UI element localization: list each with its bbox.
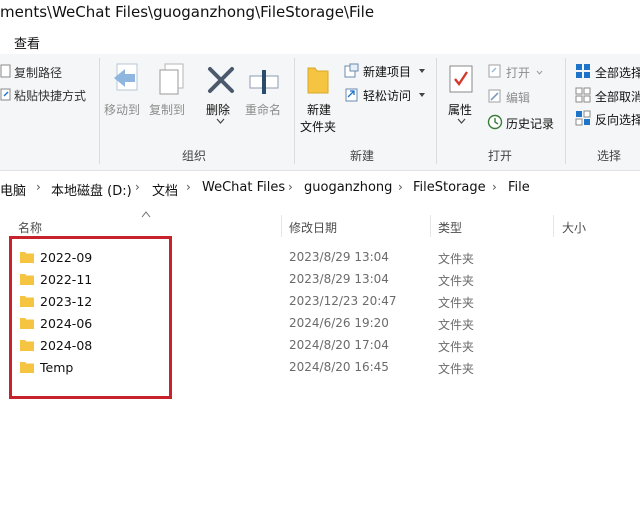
delete-icon [208, 67, 234, 93]
file-modified: 2024/6/26 19:20 [289, 316, 389, 330]
column-header-type[interactable]: 类型 [438, 219, 462, 236]
column-divider[interactable] [281, 215, 282, 237]
edit-button[interactable]: 编辑 [506, 89, 530, 106]
ribbon: 复制路径 粘贴快捷方式 移动到 复制到 删除 重命名 新建 文件夹 新建项目 轻… [0, 54, 640, 171]
window-path-title: ments\WeChat Files\guoganzhong\FileStora… [0, 3, 375, 21]
breadcrumb-chevron-icon: › [398, 180, 403, 194]
breadcrumb-drive[interactable]: 本地磁盘 (D:) [51, 180, 132, 199]
paste-shortcut-button[interactable]: 粘贴快捷方式 [14, 87, 86, 104]
properties-icon [449, 65, 473, 93]
column-header-modified[interactable]: 修改日期 [289, 219, 337, 236]
select-all-button[interactable]: 全部选择 [595, 64, 640, 81]
tab-view[interactable]: 查看 [14, 33, 40, 52]
new-item-button[interactable]: 新建项目 [363, 63, 411, 80]
select-none-icon [575, 87, 591, 103]
group-label-new: 新建 [350, 149, 375, 163]
copy-to-icon [159, 63, 184, 95]
easy-access-icon [345, 88, 358, 102]
copy-path-icon [0, 64, 11, 78]
copy-to-button[interactable]: 复制到 [149, 101, 185, 118]
column-header-size[interactable]: 大小 [562, 219, 586, 236]
group-label-organize: 组织 [182, 149, 207, 163]
file-type: 文件夹 [438, 252, 475, 266]
chevron-down-icon [457, 118, 466, 124]
new-folder-label-2[interactable]: 文件夹 [300, 118, 336, 135]
breadcrumb-wechat-files[interactable]: WeChat Files [202, 180, 285, 195]
breadcrumb-chevron-icon: › [36, 180, 41, 194]
group-label-open: 打开 [488, 149, 513, 163]
invert-selection-button[interactable]: 反向选择 [595, 111, 640, 128]
chevron-down-icon [216, 118, 225, 124]
file-modified: 2024/8/20 16:45 [289, 360, 389, 374]
chevron-down-icon [419, 69, 425, 73]
delete-button[interactable]: 删除 [206, 101, 230, 118]
file-modified: 2024/8/20 17:04 [289, 338, 389, 352]
copy-path-button[interactable]: 复制路径 [14, 64, 62, 81]
chevron-down-icon [536, 70, 543, 75]
rename-button[interactable]: 重命名 [245, 101, 281, 118]
move-to-button[interactable]: 移动到 [104, 101, 140, 118]
ribbon-separator [436, 58, 437, 164]
new-folder-label-1[interactable]: 新建 [307, 101, 331, 118]
open-icon [488, 64, 501, 78]
ribbon-tabs: 查看 [0, 28, 640, 54]
new-item-icon [344, 63, 359, 78]
ribbon-separator [294, 58, 295, 164]
breadcrumb-user[interactable]: guoganzhong [304, 180, 392, 195]
breadcrumb-documents[interactable]: 文档 [152, 180, 178, 199]
breadcrumb-filestorage[interactable]: FileStorage [413, 180, 486, 195]
paste-shortcut-icon [0, 88, 11, 101]
file-modified: 2023/8/29 13:04 [289, 250, 389, 264]
file-modified: 2023/8/29 13:04 [289, 272, 389, 286]
open-button[interactable]: 打开 [506, 64, 530, 81]
select-all-icon [576, 64, 590, 78]
properties-button[interactable]: 属性 [448, 101, 472, 118]
ribbon-separator [99, 58, 100, 164]
ribbon-separator [565, 58, 566, 164]
history-button[interactable]: 历史记录 [506, 115, 554, 132]
edit-icon [488, 89, 501, 103]
column-divider[interactable] [553, 215, 554, 237]
invert-selection-icon [575, 110, 591, 126]
file-modified: 2023/12/23 20:47 [289, 294, 397, 308]
column-header-name[interactable]: 名称 [18, 219, 42, 236]
history-icon [487, 114, 503, 130]
breadcrumb-file[interactable]: File [508, 180, 530, 195]
rename-icon [249, 70, 279, 94]
easy-access-button[interactable]: 轻松访问 [363, 87, 411, 104]
column-divider[interactable] [430, 215, 431, 237]
breadcrumb-chevron-icon: › [186, 180, 191, 194]
new-folder-icon [307, 67, 329, 94]
file-type: 文件夹 [438, 318, 475, 332]
group-label-select: 选择 [597, 149, 622, 163]
breadcrumb-chevron-icon: › [492, 180, 497, 194]
chevron-down-icon [419, 93, 425, 97]
breadcrumb-computer[interactable]: 电脑 [0, 180, 26, 199]
address-bar[interactable]: 电脑 › 本地磁盘 (D:) › 文档 › WeChat Files › guo… [0, 176, 640, 202]
file-type: 文件夹 [438, 296, 475, 310]
breadcrumb-chevron-icon: › [135, 180, 140, 194]
select-none-button[interactable]: 全部取消 [595, 88, 640, 105]
column-headers: 名称 修改日期 类型 大小 [0, 211, 640, 238]
file-type: 文件夹 [438, 274, 475, 288]
title-bar: ments\WeChat Files\guoganzhong\FileStora… [0, 0, 640, 28]
file-type: 文件夹 [438, 340, 475, 354]
highlight-box [9, 236, 172, 399]
file-type: 文件夹 [438, 362, 475, 376]
move-to-icon [114, 63, 138, 91]
breadcrumb-chevron-icon: › [288, 180, 293, 194]
sort-ascending-icon [141, 211, 151, 218]
